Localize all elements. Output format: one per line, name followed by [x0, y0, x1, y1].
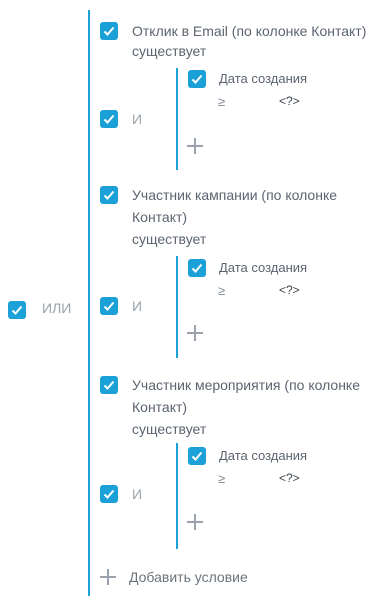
check-icon [11, 305, 23, 315]
group-1-and-line [176, 68, 178, 170]
group-3-condition-operator[interactable]: ≥ [218, 471, 225, 486]
group-1-condition-value[interactable]: <?> [279, 94, 300, 108]
group-3-and-checkbox[interactable] [100, 485, 118, 503]
add-condition-icon[interactable] [100, 569, 116, 585]
group-3-condition-value[interactable]: <?> [279, 471, 300, 485]
group-2-title-line2: Контакт) [132, 209, 188, 225]
root-or-checkbox[interactable] [8, 301, 26, 319]
group-1-and-label: И [132, 111, 143, 127]
check-icon [103, 489, 115, 499]
group-2-status: существует [132, 231, 207, 247]
group-3-add-condition-icon[interactable] [187, 514, 203, 530]
group-1-condition-field[interactable]: Дата создания [219, 70, 307, 88]
root-operator-label: ИЛИ [42, 300, 72, 316]
group-2-and-label: И [132, 298, 143, 314]
check-icon [191, 74, 203, 84]
group-2-and-checkbox[interactable] [100, 297, 118, 315]
group-3-and-line [176, 443, 178, 549]
group-1-add-condition-icon[interactable] [187, 138, 203, 154]
group-3-condition-checkbox[interactable] [188, 447, 206, 465]
check-icon [103, 380, 115, 390]
group-1-checkbox[interactable] [100, 22, 118, 40]
group-1-status: существует [132, 43, 207, 59]
group-1-and-checkbox[interactable] [100, 110, 118, 128]
add-condition-button[interactable]: Добавить условие [129, 569, 248, 585]
group-1-title: Отклик в Email (по колонке Контакт) [132, 23, 367, 39]
group-2-condition-field[interactable]: Дата создания [219, 259, 307, 277]
group-1-condition-checkbox[interactable] [188, 70, 206, 88]
group-3-title-line2: Контакт) [132, 399, 188, 415]
group-2-condition-checkbox[interactable] [188, 259, 206, 277]
check-icon [103, 190, 115, 200]
group-3-title-line1: Участник мероприятия (по колонке [132, 377, 360, 393]
group-2-condition-value[interactable]: <?> [279, 283, 300, 297]
group-3-status: существует [132, 421, 207, 437]
group-2-checkbox[interactable] [100, 186, 118, 204]
check-icon [103, 301, 115, 311]
root-group-line [88, 10, 90, 596]
group-2-condition-operator[interactable]: ≥ [218, 283, 225, 298]
check-icon [103, 114, 115, 124]
check-icon [191, 263, 203, 273]
check-icon [191, 451, 203, 461]
group-2-title-line1: Участник кампании (по колонке [132, 187, 338, 203]
group-3-condition-field[interactable]: Дата создания [219, 447, 307, 465]
group-1-condition-operator[interactable]: ≥ [218, 94, 225, 109]
group-3-and-label: И [132, 486, 143, 502]
group-2-add-condition-icon[interactable] [187, 325, 203, 341]
check-icon [103, 26, 115, 36]
group-2-and-line [176, 256, 178, 358]
group-3-checkbox[interactable] [100, 376, 118, 394]
